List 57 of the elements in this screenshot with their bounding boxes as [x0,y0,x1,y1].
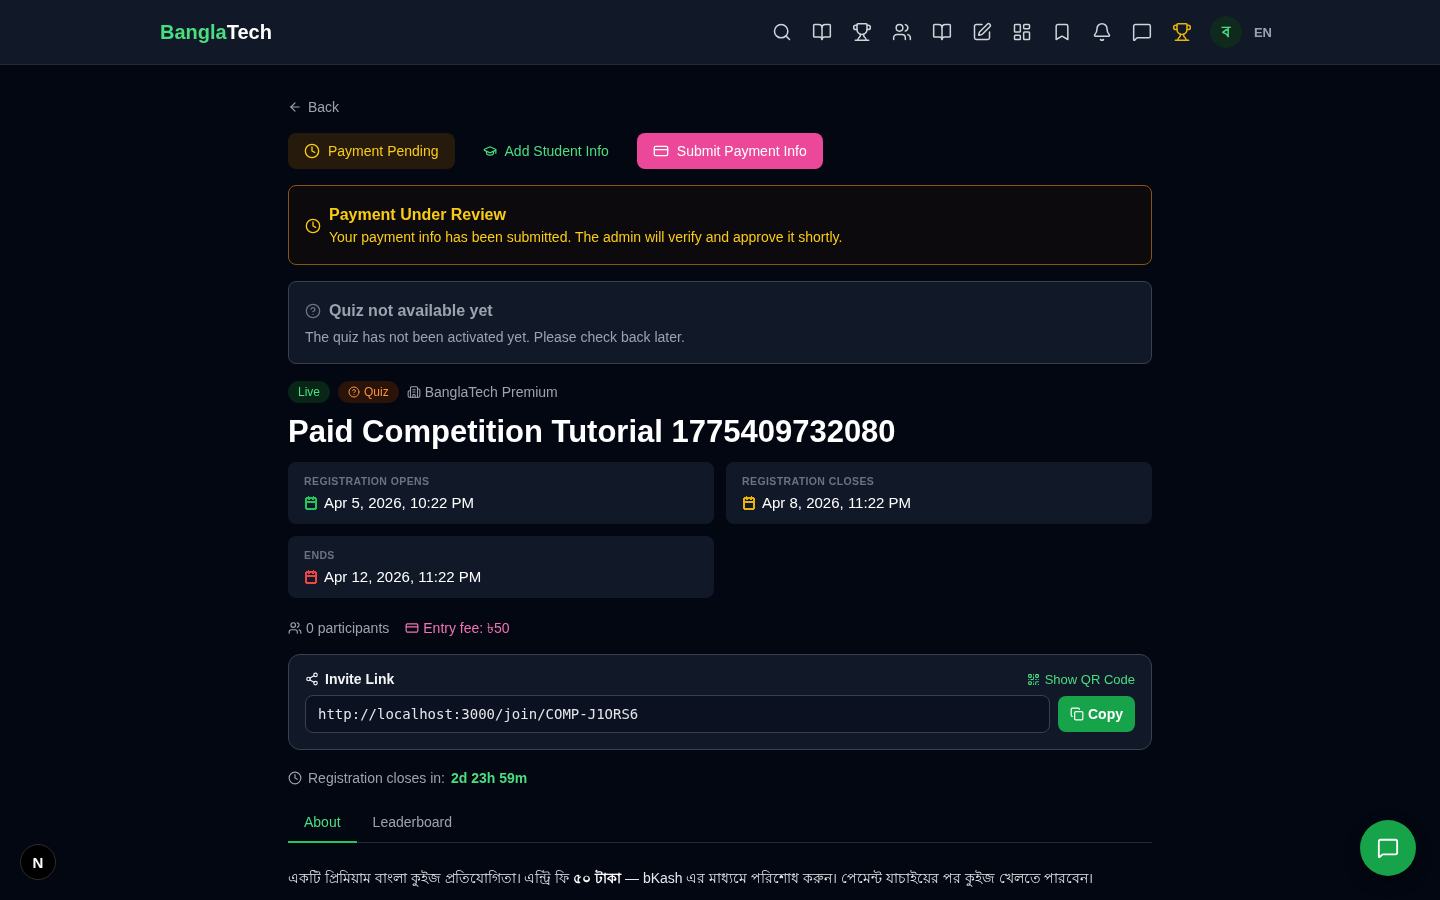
chat-icon [1377,837,1399,859]
logo[interactable]: BanglaTech [160,20,272,44]
organizer-name: BanglaTech Premium [424,384,558,400]
tab[interactable]: Leaderboard [356,802,468,843]
invite-url-field[interactable]: http://localhost:3000/join/COMP-J1ORS6 [305,695,1050,733]
participant-count: 0 participants [306,619,390,638]
card-icon [652,143,669,159]
dev-tools-badge[interactable]: N [20,844,56,880]
entry-fee: Entry fee: ৳50 [423,619,510,638]
date-value: Apr 12, 2026, 11:22 PM [324,567,482,587]
search-icon [771,22,792,42]
date-value: Apr 5, 2026, 10:22 PM [324,493,475,513]
about-text: একটি প্রিমিয়াম বাংলা কুইজ প্রতিযোগিতা। এন্ট্রি ফি ৫০ টাকা — bKash এর মাধ্যমে পরিশোধ করুন। পেমেন্ট যাচাইয়ের পর কুইজ খেলতে পারবেন। [288,869,1095,889]
type-badge: Quiz [338,381,399,403]
chat-button[interactable] [1360,820,1416,876]
users-icon [288,621,302,635]
date-label: ENDS [304,548,336,562]
building-icon [406,385,421,399]
show-qr-link[interactable]: Show QR Code [1026,671,1135,687]
countdown-label: Registration closes in: [308,769,445,788]
clock-icon [304,143,320,159]
invite-title: Invite Link [325,671,395,687]
primary-button[interactable]: Submit Payment Info [636,133,823,169]
dashboard-icon [1011,22,1032,42]
status-badge: Live [288,381,330,403]
clock-icon [305,217,321,234]
help-circle-icon [305,303,321,319]
date-value: Apr 8, 2026, 11:22 PM [762,493,911,513]
notice-title: Quiz not available yet [329,301,493,321]
user-avatar[interactable]: ব [1209,16,1242,48]
qr-code-icon [1026,672,1040,686]
trophy-icon [1171,22,1192,42]
alert-message: Your payment info has been submitted. The admin will verify and approve it shortly. [329,228,843,247]
competition-title: Paid Competition Tutorial 1775409732080 [288,413,897,451]
help-circle-icon [348,386,360,398]
clock-icon [288,771,302,785]
users-icon [891,22,912,42]
language-toggle[interactable]: EN [1245,20,1280,44]
bell-icon [1091,22,1112,42]
alert-title: Payment Under Review [329,205,507,225]
back-link[interactable]: Back [288,97,340,117]
date-label: REGISTRATION CLOSES [742,474,876,488]
copy-icon [1070,707,1084,721]
tab[interactable]: About [288,802,357,843]
chat-icon [1131,22,1152,42]
status-button[interactable]: Payment Pending [288,133,455,169]
notice-message: The quiz has not been activated yet. Please check back later. [305,328,686,347]
edit-icon [971,22,992,42]
graduation-cap-icon [482,144,497,158]
book-icon [811,22,832,42]
share-icon [305,672,319,686]
link-button[interactable]: Add Student Info [466,133,625,169]
date-label: REGISTRATION OPENS [304,474,431,488]
trophy-icon [851,22,872,42]
book-icon [931,22,952,42]
card-icon [405,621,420,635]
countdown-value: 2d 23h 59m [450,769,528,788]
